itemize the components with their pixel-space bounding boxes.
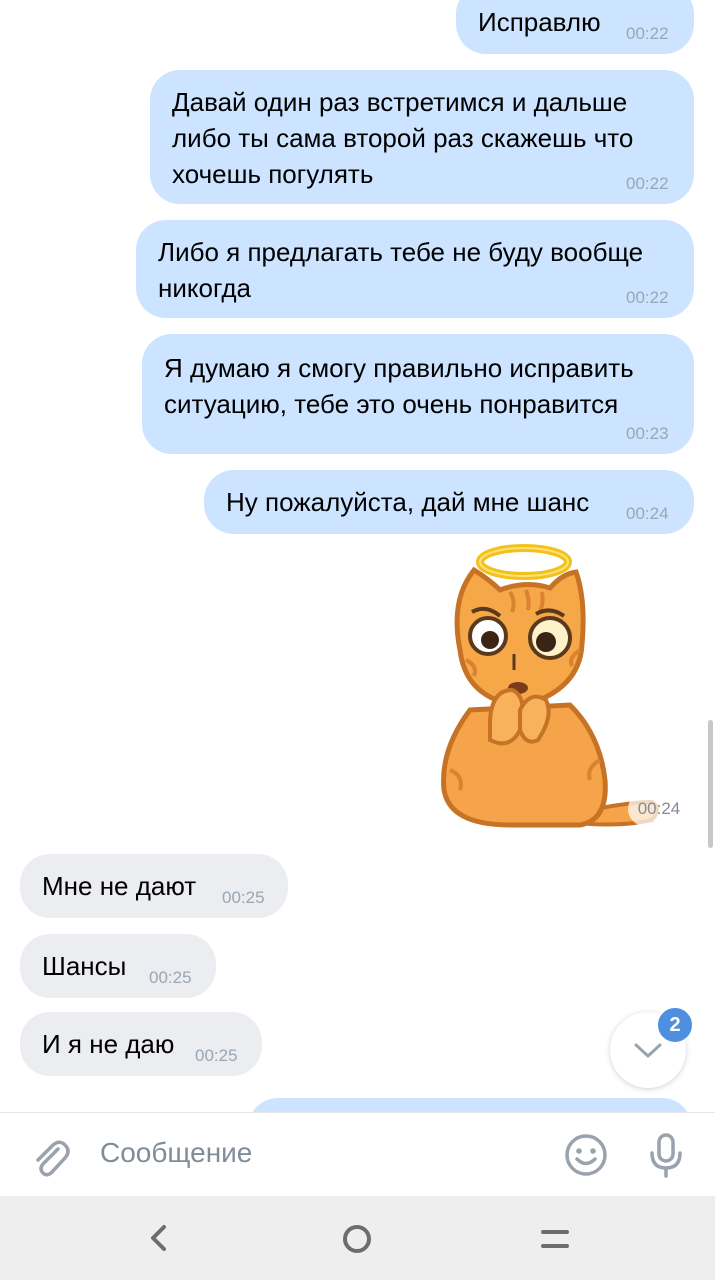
message-time: 00:25: [149, 968, 192, 987]
message-bubble-outgoing[interactable]: Либо я предлагать тебе не буду вообще ни…: [136, 220, 694, 318]
message-bubble-outgoing[interactable]: Давай один раз встретимся и дальше либо …: [150, 70, 694, 204]
sticker-praying-cat[interactable]: [430, 540, 660, 832]
back-icon[interactable]: [144, 1222, 174, 1254]
message-time: 00:22: [626, 288, 669, 307]
message-time: 00:24: [626, 504, 669, 523]
sticker-time: 00:24: [628, 792, 690, 826]
system-nav-bar: [0, 1196, 715, 1280]
paperclip-icon[interactable]: [28, 1135, 72, 1179]
home-icon[interactable]: [340, 1222, 374, 1256]
chevron-down-icon: [634, 1043, 662, 1058]
message-text: Я думаю я смогу правильно исправить ситу…: [164, 353, 634, 419]
message-text: Исправлю: [478, 7, 601, 37]
message-text: Шансы: [42, 951, 127, 981]
message-composer: Сообщение: [0, 1112, 715, 1197]
message-bubble-outgoing[interactable]: Ну пожалуйста, дай мне шанс 00:24: [204, 470, 694, 534]
cat-sticker-image: [441, 544, 659, 828]
unread-badge: 2: [656, 1006, 694, 1044]
message-bubble-incoming[interactable]: Шансы 00:25: [20, 934, 216, 998]
scrollbar[interactable]: [708, 720, 713, 848]
message-input[interactable]: Сообщение: [100, 1137, 252, 1169]
message-bubble-outgoing[interactable]: Исправлю 00:22: [456, 0, 694, 54]
message-time: 00:22: [626, 24, 669, 43]
message-text: И я не даю: [42, 1029, 175, 1059]
smile-icon[interactable]: [564, 1133, 608, 1177]
message-text: Ну пожалуйста, дай мне шанс: [226, 487, 590, 517]
message-bubble-outgoing[interactable]: Я думаю я смогу правильно исправить ситу…: [142, 334, 694, 454]
message-text: Мне не дают: [42, 871, 197, 901]
message-time: 00:25: [195, 1046, 238, 1065]
message-text: Давай один раз встретимся и дальше либо …: [172, 87, 634, 189]
message-time: 00:22: [626, 174, 669, 193]
message-time: 00:25: [222, 888, 265, 907]
message-bubble-incoming[interactable]: Мне не дают 00:25: [20, 854, 288, 918]
message-bubble-outgoing-partial[interactable]: [248, 1098, 692, 1112]
message-list[interactable]: Исправлю 00:22 Давай один раз встретимся…: [0, 0, 715, 1112]
microphone-icon[interactable]: [644, 1131, 688, 1179]
recents-icon[interactable]: [538, 1224, 572, 1254]
message-time: 00:23: [626, 424, 669, 443]
message-text: Либо я предлагать тебе не буду вообще ни…: [158, 237, 644, 303]
message-bubble-incoming[interactable]: И я не даю 00:25: [20, 1012, 262, 1076]
